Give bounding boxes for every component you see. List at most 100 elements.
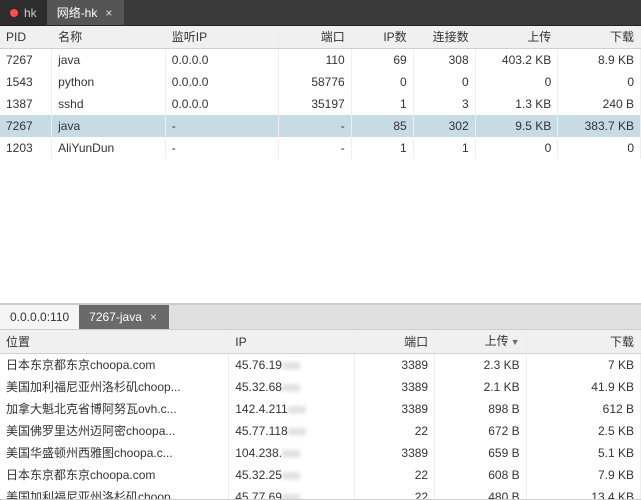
cell-port: 3389 <box>355 442 435 464</box>
table-row[interactable]: 美国加利福尼亚州洛杉矶choop...45.77.69xxx22480 B13.… <box>0 486 641 500</box>
tab-label: 7267-java <box>89 310 142 324</box>
cell-download: 0 <box>558 71 641 93</box>
cell-download: 5.1 KB <box>526 442 640 464</box>
redacted-tail: xxx <box>282 446 300 460</box>
cell-download: 41.9 KB <box>526 376 640 398</box>
cell-value: 22 <box>415 490 428 500</box>
cell-upload: 672 B <box>435 420 527 442</box>
col-header-label: 名称 <box>58 30 82 44</box>
cell-value: 142.4.211 <box>235 402 288 416</box>
col-header-pid[interactable]: PID <box>0 26 52 49</box>
cell-value: 45.32.25 <box>235 468 282 482</box>
table-row[interactable]: 美国加利福尼亚州洛杉矶choop... 45.32.68xxx33892.1 KB… <box>0 376 641 398</box>
cell-value: 0 <box>545 141 552 155</box>
cell-value: 日本东京都东京choopa.com <box>6 358 155 372</box>
col-header-label: IP数 <box>383 30 406 44</box>
bottom-tab-1[interactable]: 7267-java × <box>79 305 169 329</box>
table-row[interactable]: 美国佛罗里达州迈阿密choopa...45.77.118xxx22672 B2.… <box>0 420 641 442</box>
cell-port: 3389 <box>355 354 435 377</box>
cell-port: - <box>279 115 351 137</box>
tab-label: hk <box>24 6 37 20</box>
cell-value: 35197 <box>311 97 344 111</box>
cell-download: 13.4 KB <box>526 486 640 500</box>
cell-port: 22 <box>355 486 435 500</box>
cell-value: 1203 <box>6 141 33 155</box>
cell-value: 加拿大魁北克省博阿努瓦ovh.c... <box>6 402 177 416</box>
col-header-ip_count[interactable]: IP数 <box>351 26 413 49</box>
cell-value: sshd <box>58 97 83 111</box>
cell-location: 加拿大魁北克省博阿努瓦ovh.c... <box>0 398 229 420</box>
col-header-port[interactable]: 端口 <box>279 26 351 49</box>
table-row[interactable]: 日本东京都东京choopa.com45.32.25xxx22608 B7.9 K… <box>0 464 641 486</box>
cell-value: 8.9 KB <box>598 53 634 67</box>
table-row[interactable]: 美国华盛顿州西雅图choopa.c...104.238.xxx3389659 B… <box>0 442 641 464</box>
cell-value: 898 B <box>488 402 519 416</box>
cell-value: 1387 <box>6 97 33 111</box>
col-header-ip[interactable]: IP <box>229 330 355 354</box>
cell-value: 2.5 KB <box>598 424 634 438</box>
top-tab-0[interactable]: hk <box>0 0 47 25</box>
table-row[interactable]: 加拿大魁北克省博阿努瓦ovh.c...142.4.211xxx3389898 B… <box>0 398 641 420</box>
col-header-label: PID <box>6 30 26 44</box>
col-header-location[interactable]: 位置 <box>0 330 229 354</box>
cell-value: 308 <box>449 53 469 67</box>
col-header-label: 端口 <box>321 30 345 44</box>
table-row[interactable]: 1387sshd0.0.0.035197131.3 KB240 B <box>0 93 641 115</box>
cell-ip_count: 1 <box>351 137 413 159</box>
cell-value: - <box>172 141 176 155</box>
col-header-download[interactable]: 下载 <box>558 26 641 49</box>
cell-ip_count: 0 <box>351 71 413 93</box>
cell-value: 7267 <box>6 53 33 67</box>
cell-location: 美国华盛顿州西雅图choopa.c... <box>0 442 229 464</box>
table-row[interactable]: 1543python0.0.0.0587760000 <box>0 71 641 93</box>
cell-download: 7.9 KB <box>526 464 640 486</box>
cell-value: 45.77.118 <box>235 424 288 438</box>
process-pane: PID 名称 监听IP 端口 IP数连接数上传下载 7267java0.0.0.0110… <box>0 26 641 304</box>
cell-location: 日本东京都东京choopa.com <box>0 354 229 377</box>
top-tab-1[interactable]: 网络-hk× <box>47 0 125 25</box>
close-icon[interactable]: × <box>148 310 159 324</box>
col-header-name[interactable]: 名称 <box>52 26 166 49</box>
table-row[interactable]: 1203AliYunDun--1100 <box>0 137 641 159</box>
cell-value: 0 <box>627 141 634 155</box>
cell-value: 1 <box>400 141 407 155</box>
cell-value: python <box>58 75 94 89</box>
cell-value: 美国加利福尼亚州洛杉矶choop... <box>6 380 181 394</box>
cell-listen_ip: - <box>165 137 279 159</box>
bottom-tab-0[interactable]: 0.0.0.0:110 <box>0 305 79 329</box>
cell-value: 612 B <box>603 402 634 416</box>
cell-listen_ip: - <box>165 115 279 137</box>
cell-value: 22 <box>415 468 428 482</box>
col-header-upload[interactable]: 上传 <box>475 26 558 49</box>
cell-port: 58776 <box>279 71 351 93</box>
col-header-download[interactable]: 下载 <box>526 330 640 354</box>
cell-port: 3389 <box>355 376 435 398</box>
cell-upload: 2.1 KB <box>435 376 527 398</box>
cell-ip_count: 1 <box>351 93 413 115</box>
cell-ip: 45.32.68xxx <box>229 376 355 398</box>
cell-value: 383.7 KB <box>585 119 634 133</box>
cell-value: 3389 <box>401 446 428 460</box>
cell-ip_count: 85 <box>351 115 413 137</box>
cell-port: 22 <box>355 420 435 442</box>
col-header-label: IP <box>235 335 246 349</box>
redacted-tail: xxx <box>288 424 306 438</box>
table-row[interactable]: 日本东京都东京choopa.com45.76.19xxx33892.3 KB7 … <box>0 354 641 377</box>
table-row[interactable]: 7267java0.0.0.011069308403.2 KB8.9 KB <box>0 49 641 72</box>
cell-value: 22 <box>415 424 428 438</box>
cell-value: 0 <box>400 75 407 89</box>
col-header-label: 端口 <box>404 335 428 349</box>
cell-port: - <box>279 137 351 159</box>
cell-value: 0 <box>627 75 634 89</box>
close-icon[interactable]: × <box>103 6 114 20</box>
cell-value: 659 B <box>488 446 519 460</box>
col-header-listen_ip[interactable]: 监听IP <box>165 26 279 49</box>
col-header-conn_count[interactable]: 连接数 <box>413 26 475 49</box>
col-header-port[interactable]: 端口 <box>355 330 435 354</box>
cell-value: 0.0.0.0 <box>172 97 209 111</box>
cell-conn_count: 302 <box>413 115 475 137</box>
col-header-upload[interactable]: 上传▼ <box>435 330 527 354</box>
table-row[interactable]: 7267java--853029.5 KB383.7 KB <box>0 115 641 137</box>
cell-value: 1.3 KB <box>515 97 551 111</box>
cell-value: 13.4 KB <box>591 490 634 500</box>
